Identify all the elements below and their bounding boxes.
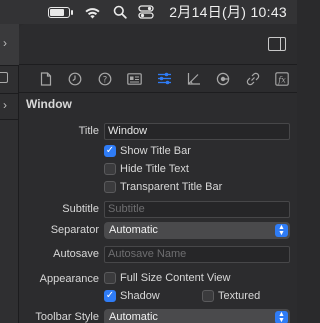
hide-title-text-label: Hide Title Text [120, 163, 189, 175]
title-label: Title [78, 125, 99, 137]
separator-row: Separator Automatic ▲ ▼ [19, 221, 297, 239]
shadow-option[interactable]: Shadow [104, 290, 160, 302]
connections-inspector-icon[interactable] [208, 68, 238, 90]
add-icon[interactable] [0, 72, 8, 83]
full-size-content-view-checkbox[interactable] [104, 272, 116, 284]
toolbar-style-popup[interactable]: Automatic ▲ ▼ [104, 308, 290, 323]
menu-bar-clock[interactable]: 2月14日(月) 10:43 [169, 2, 287, 22]
identity-inspector-icon[interactable] [120, 68, 150, 90]
hide-title-text-option[interactable]: Hide Title Text [104, 163, 189, 175]
transparent-title-bar-option[interactable]: Transparent Title Bar [104, 181, 222, 193]
menu-bar: 2月14日(月) 10:43 [0, 0, 297, 24]
show-title-bar-label: Show Title Bar [120, 145, 191, 157]
title-row: Title Window [19, 122, 297, 140]
title-field[interactable]: Window [104, 122, 290, 140]
autosave-label: Autosave [53, 248, 99, 260]
svg-text:?: ? [103, 75, 108, 85]
bindings-inspector-icon[interactable] [238, 68, 268, 90]
spotlight-search-icon[interactable] [107, 0, 133, 24]
separator-label: Separator [50, 224, 99, 236]
navigator-edge: › › [0, 24, 19, 323]
textured-option[interactable]: Textured [202, 290, 260, 302]
attributes-inspector-icon[interactable] [149, 68, 179, 90]
chevron-right-icon[interactable]: › [3, 36, 7, 50]
shadow-checkbox[interactable] [104, 290, 116, 302]
transparent-title-bar-checkbox[interactable] [104, 181, 116, 193]
toolbar-style-row: Toolbar Style Automatic ▲ ▼ [19, 308, 297, 323]
quick-help-icon[interactable]: ? [90, 68, 120, 90]
inspector-tab-bar: ? fx [19, 65, 297, 93]
control-center-icon[interactable] [133, 0, 159, 24]
transparent-title-bar-label: Transparent Title Bar [120, 181, 223, 193]
subtitle-row: Subtitle Subtitle [19, 200, 297, 218]
subtitle-field[interactable]: Subtitle [104, 200, 290, 218]
effects-inspector-icon[interactable]: fx [268, 68, 298, 90]
chevron-up-down-icon: ▲ ▼ [275, 310, 288, 323]
separator-popup[interactable]: Automatic ▲ ▼ [104, 221, 290, 239]
toolbar-style-value: Automatic [109, 310, 158, 323]
chevron-right-icon[interactable]: › [3, 98, 7, 112]
chevron-up-down-icon: ▲ ▼ [275, 223, 288, 237]
svg-text:fx: fx [278, 75, 287, 84]
toolbar-style-label: Toolbar Style [35, 311, 99, 323]
autosave-row: Autosave Autosave Name [19, 245, 297, 263]
textured-checkbox[interactable] [202, 290, 214, 302]
inspector-header [19, 24, 297, 65]
appearance-label: Appearance [39, 273, 99, 285]
shadow-label: Shadow [120, 290, 160, 302]
file-inspector-icon[interactable] [31, 68, 61, 90]
attributes-inspector: ? fx Window Title Window Show Title Bar [19, 24, 297, 323]
full-size-content-view-label: Full Size Content View [120, 272, 231, 284]
wifi-icon[interactable] [77, 0, 107, 24]
size-inspector-icon[interactable] [179, 68, 209, 90]
show-title-bar-checkbox[interactable] [104, 145, 116, 157]
hide-title-text-checkbox[interactable] [104, 163, 116, 175]
textured-label: Textured [218, 290, 261, 302]
separator-value: Automatic [109, 223, 158, 236]
battery-charging-icon[interactable] [43, 0, 77, 24]
history-inspector-icon[interactable] [61, 68, 91, 90]
subtitle-label: Subtitle [62, 203, 99, 215]
full-size-content-view-option[interactable]: Full Size Content View [104, 272, 230, 284]
section-title-window: Window [26, 97, 72, 111]
sidebar-toggle-icon[interactable] [268, 37, 286, 51]
autosave-field[interactable]: Autosave Name [104, 245, 290, 263]
show-title-bar-option[interactable]: Show Title Bar [104, 145, 191, 157]
